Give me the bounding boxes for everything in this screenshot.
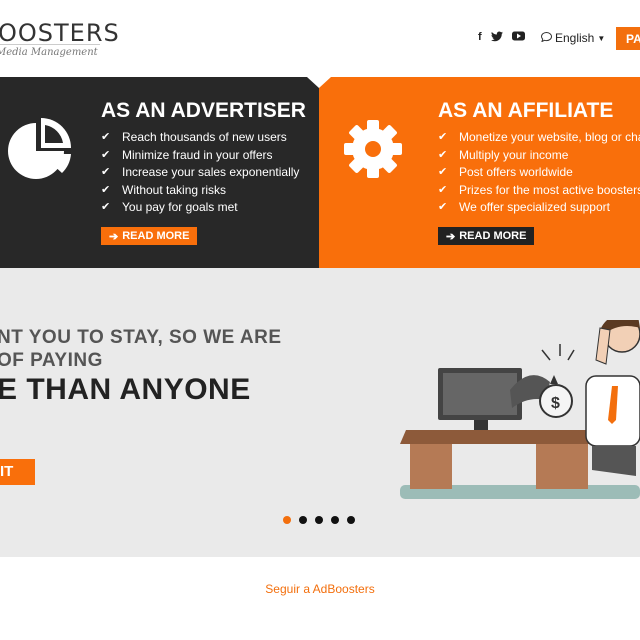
list-item: ✔ You pay for goals met <box>101 199 299 217</box>
panel-notch <box>307 77 331 88</box>
arrow-right-icon: ➔ <box>109 230 119 243</box>
list-item: ✔ Prizes for the most active boosters <box>438 182 640 200</box>
check-icon: ✔ <box>101 183 111 196</box>
social-links: f <box>478 31 525 45</box>
affiliate-read-more-button[interactable]: ➔ READ MORE <box>438 227 535 245</box>
check-icon: ✔ <box>101 166 111 179</box>
hero-slider: NT YOU TO STAY, SO WE ARE OF PAYING E TH… <box>0 268 640 557</box>
list-item: ✔ Without taking risks <box>101 182 299 200</box>
logo[interactable]: OOSTERS <box>0 19 120 47</box>
hero-headline-line2: OF PAYING <box>0 350 103 371</box>
hero-headline-line3: E THAN ANYONE <box>0 373 251 406</box>
slider-dot-3[interactable] <box>315 516 323 524</box>
logo-divider <box>0 44 100 45</box>
list-item: ✔ Multiply your income <box>438 147 640 165</box>
language-label: English <box>555 31 595 45</box>
advertiser-benefits-list: ✔ Reach thousands of new users ✔ Minimize … <box>101 129 299 217</box>
site-header: OOSTERS Media Management f English ▼ PA <box>0 0 640 77</box>
twitter-icon[interactable] <box>490 31 503 45</box>
hero-headline-line1: NT YOU TO STAY, SO WE ARE <box>0 327 282 348</box>
slider-pagination <box>283 516 355 524</box>
affiliate-title: AS AN AFFILIATE <box>438 99 614 122</box>
follow-link[interactable]: Seguir a AdBoosters <box>0 582 640 596</box>
check-icon: ✔ <box>438 201 448 214</box>
check-icon: ✔ <box>438 183 448 196</box>
list-item: ✔ Minimize fraud in your offers <box>101 147 299 165</box>
list-item: ✔ Monetize your website, blog or cha <box>438 129 640 147</box>
advertiser-panel: AS AN ADVERTISER ✔ Reach thousands of new… <box>0 77 319 268</box>
gear-icon <box>341 117 405 186</box>
check-icon: ✔ <box>101 148 111 161</box>
logo-tagline: Media Management <box>0 47 98 58</box>
list-item: ✔ Reach thousands of new users <box>101 129 299 147</box>
chat-icon <box>540 31 553 45</box>
affiliate-panel: AS AN AFFILIATE ✔ Monetize your website, … <box>319 77 640 268</box>
slider-dot-4[interactable] <box>331 516 339 524</box>
chevron-down-icon: ▼ <box>597 33 606 43</box>
arrow-right-icon: ➔ <box>446 230 456 243</box>
list-item: ✔ We offer specialized support <box>438 199 640 217</box>
check-icon: ✔ <box>101 131 111 143</box>
check-icon: ✔ <box>101 201 111 214</box>
check-icon: ✔ <box>438 131 448 143</box>
hero-cta-button[interactable]: IT <box>0 459 35 485</box>
slider-dot-1[interactable] <box>283 516 291 524</box>
pie-chart-icon <box>5 115 77 188</box>
slider-dot-2[interactable] <box>299 516 307 524</box>
svg-text:$: $ <box>551 395 560 412</box>
check-icon: ✔ <box>438 166 448 179</box>
language-selector[interactable]: English ▼ <box>540 31 606 45</box>
list-item: ✔ Increase your sales exponentially <box>101 164 299 182</box>
header-cta-button[interactable]: PA <box>616 27 640 50</box>
youtube-icon[interactable] <box>511 31 525 45</box>
advertiser-read-more-button[interactable]: ➔ READ MORE <box>101 227 198 245</box>
advertiser-title: AS AN ADVERTISER <box>101 99 306 122</box>
slider-dot-5[interactable] <box>347 516 355 524</box>
affiliate-benefits-list: ✔ Monetize your website, blog or cha ✔ Mul… <box>438 129 640 217</box>
list-item: ✔ Post offers worldwide <box>438 164 640 182</box>
facebook-icon[interactable]: f <box>478 31 482 45</box>
check-icon: ✔ <box>438 148 448 161</box>
hero-illustration: $ <box>400 313 640 515</box>
